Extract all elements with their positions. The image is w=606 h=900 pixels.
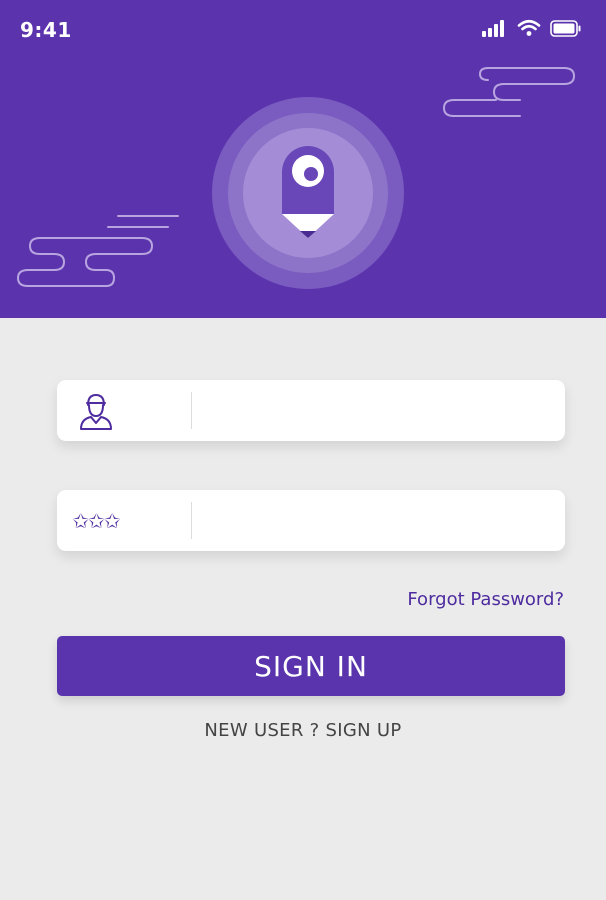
status-time: 9:41 [20, 18, 72, 42]
cloud-decoration-right [442, 67, 576, 117]
sign-in-button[interactable]: SIGN IN [57, 636, 565, 696]
wifi-icon [517, 19, 541, 36]
username-input[interactable] [203, 388, 553, 433]
password-stars-icon: ✩✩✩ [72, 508, 120, 533]
header-banner: 9:41 [0, 0, 606, 318]
status-icons [482, 16, 582, 40]
user-icon [57, 380, 135, 441]
field-divider [191, 502, 192, 539]
forgot-password-link[interactable]: Forgot Password? [407, 589, 564, 610]
password-field[interactable]: ✩✩✩ [57, 490, 565, 551]
app-logo [212, 97, 404, 289]
battery-icon [550, 19, 581, 37]
pencil-pin-logo-icon [212, 97, 404, 289]
cloud-decoration-left [16, 215, 179, 287]
username-field[interactable] [57, 380, 565, 441]
password-input[interactable] [203, 498, 553, 543]
field-divider [191, 392, 192, 429]
sign-up-link[interactable]: NEW USER ? SIGN UP [0, 720, 606, 741]
status-bar: 9:41 [0, 0, 606, 58]
signal-icon [482, 20, 504, 37]
